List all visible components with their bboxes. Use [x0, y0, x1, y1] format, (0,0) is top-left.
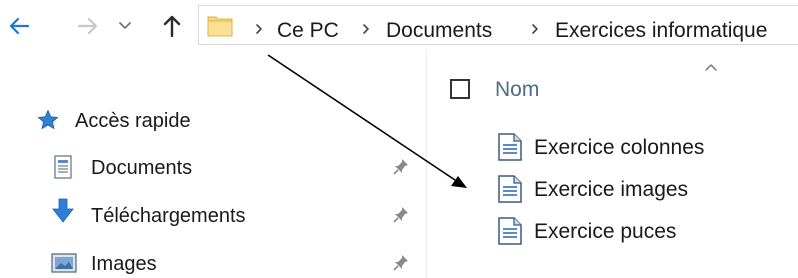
file-name: Exercice colonnes	[534, 136, 705, 159]
column-header-name[interactable]: Nom	[495, 79, 539, 100]
breadcrumb-exercices-informatique[interactable]: Exercices informatique	[555, 20, 767, 41]
pin-icon[interactable]	[393, 254, 409, 272]
pin-icon[interactable]	[393, 158, 409, 176]
pane-divider[interactable]	[426, 50, 427, 278]
address-bar[interactable]: Ce PC Documents Exercices informatique	[198, 5, 798, 45]
file-name: Exercice images	[534, 178, 689, 201]
up-button[interactable]	[157, 8, 187, 44]
document-icon	[498, 133, 522, 161]
breadcrumb-separator-icon	[363, 24, 369, 34]
arrow-left-icon	[9, 17, 30, 35]
chevron-down-icon	[119, 22, 131, 29]
arrow-right-icon	[77, 17, 98, 35]
document-folder-icon	[54, 155, 72, 179]
breadcrumb-this-pc[interactable]: Ce PC	[277, 20, 339, 41]
forward-button[interactable]	[73, 8, 103, 44]
download-arrow-icon	[52, 198, 74, 223]
sidebar-item-label: Documents	[91, 157, 193, 179]
breadcrumb-documents[interactable]: Documents	[386, 20, 492, 41]
back-button[interactable]	[4, 8, 34, 44]
breadcrumb-separator-icon	[256, 24, 262, 34]
document-icon	[498, 175, 522, 203]
pin-icon[interactable]	[393, 206, 409, 224]
star-icon	[37, 109, 59, 130]
breadcrumb-separator-icon	[532, 24, 538, 34]
document-icon	[498, 217, 522, 245]
sidebar-item-label: Téléchargements	[91, 205, 246, 227]
sidebar-item-label: Accès rapide	[75, 110, 191, 132]
file-name: Exercice puces	[534, 220, 677, 243]
sort-ascending-icon[interactable]	[704, 62, 718, 72]
recent-locations-button[interactable]	[113, 8, 137, 44]
sidebar-item-label: Images	[91, 253, 157, 275]
select-all-checkbox[interactable]	[450, 79, 470, 99]
arrow-up-icon	[163, 15, 181, 38]
folder-icon	[207, 16, 233, 37]
image-folder-icon	[51, 253, 77, 273]
